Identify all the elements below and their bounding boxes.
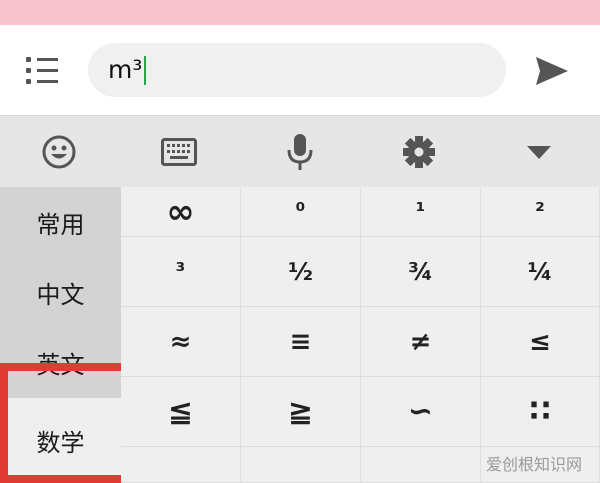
symbol-key[interactable]: ² — [481, 187, 600, 237]
symbol-key-partial[interactable] — [121, 447, 241, 483]
settings-icon[interactable] — [399, 132, 439, 172]
symbol-key[interactable]: ½ — [241, 237, 361, 307]
symbol-key[interactable]: ≡ — [241, 307, 361, 377]
emoji-icon[interactable] — [39, 132, 79, 172]
symbol-key[interactable]: ≧ — [241, 377, 361, 447]
symbol-key[interactable]: ¾ — [361, 237, 481, 307]
category-math[interactable]: 数学 — [0, 398, 121, 483]
symbol-key[interactable]: ≤ — [481, 307, 600, 377]
watermark: 爱创根知识网 — [485, 455, 582, 474]
send-icon[interactable] — [534, 55, 570, 87]
status-bar — [0, 0, 600, 25]
symbol-key[interactable]: ¼ — [481, 237, 600, 307]
keyboard-icon[interactable] — [159, 132, 199, 172]
microphone-icon[interactable] — [280, 132, 320, 172]
symbol-key-partial[interactable] — [361, 447, 481, 483]
symbol-key[interactable]: ⁰ — [241, 187, 361, 237]
symbol-key[interactable]: ≈ — [121, 307, 241, 377]
keyboard-toolbar — [0, 115, 600, 188]
symbol-grid: ∞ ⁰ ¹ ² ³ ½ ¾ ¼ ≈ ≡ ≠ ≤ ≦ ≧ ∽ ∷ — [121, 187, 600, 483]
symbol-key[interactable]: ≦ — [121, 377, 241, 447]
collapse-arrow-icon[interactable] — [519, 132, 559, 172]
category-sidebar: 常用 中文 英文 数学 — [0, 187, 121, 483]
symbol-key-partial[interactable] — [241, 447, 361, 483]
symbol-key[interactable]: ≠ — [361, 307, 481, 377]
category-english[interactable]: 英文 — [0, 327, 121, 397]
symbol-key[interactable]: ¹ — [361, 187, 481, 237]
text-caret — [144, 56, 146, 85]
category-common[interactable]: 常用 — [0, 187, 121, 257]
input-bar: m³ — [0, 25, 600, 115]
symbol-key[interactable]: ∞ — [121, 187, 241, 237]
input-text: m³ — [108, 55, 143, 84]
symbol-key[interactable]: ∽ — [361, 377, 481, 447]
symbol-key[interactable]: ³ — [121, 237, 241, 307]
menu-list-icon[interactable] — [26, 57, 60, 85]
message-input[interactable]: m³ — [88, 43, 506, 97]
symbol-key[interactable]: ∷ — [481, 377, 600, 447]
category-chinese[interactable]: 中文 — [0, 257, 121, 327]
